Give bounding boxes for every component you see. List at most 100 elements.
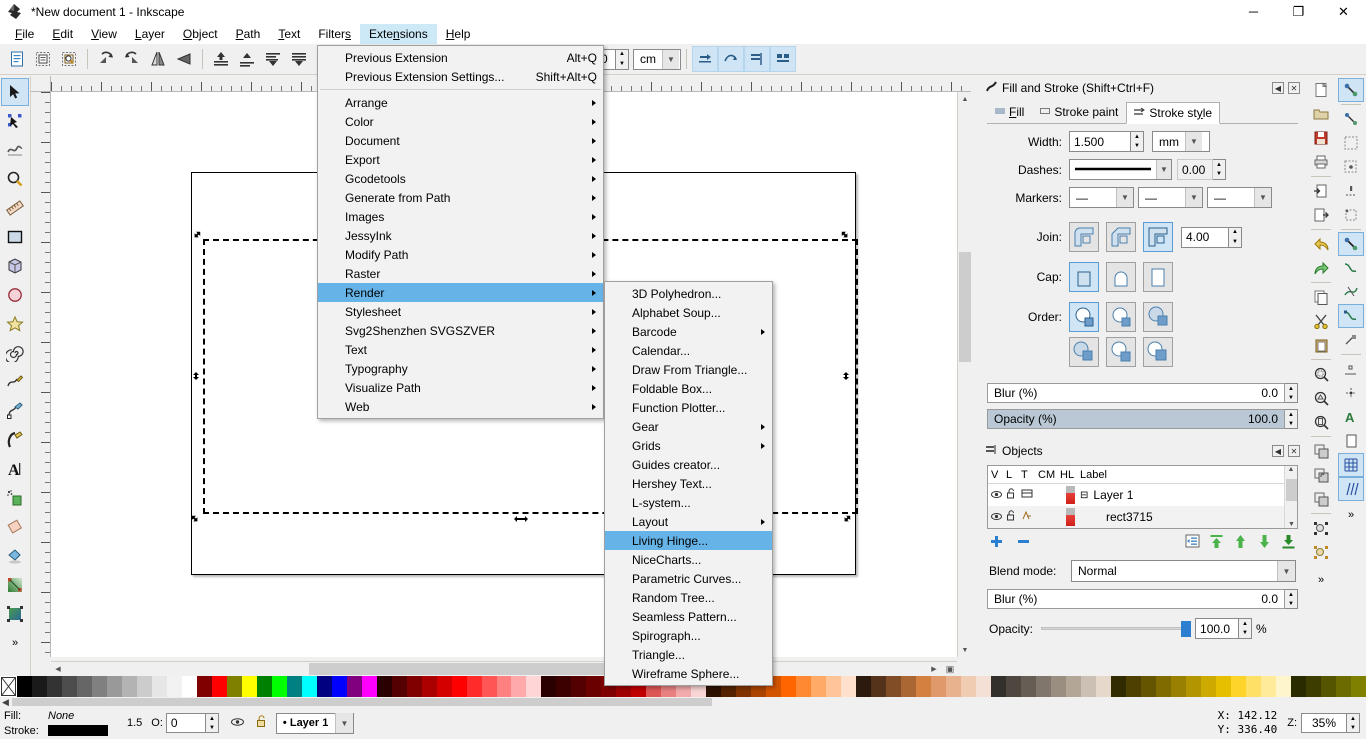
snap-guide-icon[interactable] bbox=[1338, 477, 1364, 501]
palette-swatch[interactable] bbox=[151, 676, 167, 697]
tab-stroke-paint[interactable]: Stroke paint bbox=[1032, 101, 1126, 123]
palette-swatch[interactable] bbox=[496, 676, 512, 697]
submenu-item-nicecharts[interactable]: NiceCharts... bbox=[605, 550, 772, 569]
objects-opacity-spinner[interactable]: ▲ ▼ bbox=[1239, 618, 1253, 639]
rotate-90-cw-icon[interactable] bbox=[119, 46, 145, 72]
palette-swatch[interactable] bbox=[1275, 676, 1291, 697]
scroll-left-button[interactable]: ◀ bbox=[51, 662, 65, 676]
palette-swatch[interactable] bbox=[811, 676, 827, 697]
snap-bbox-icon[interactable] bbox=[1338, 107, 1364, 131]
palette-swatch[interactable] bbox=[1035, 676, 1051, 697]
ruler-corner[interactable] bbox=[31, 76, 51, 92]
submenu-item-3d-polyhedron[interactable]: 3D Polyhedron... bbox=[605, 284, 772, 303]
raise-icon[interactable] bbox=[234, 46, 260, 72]
stroke-blur-bar[interactable]: Blur (%) 0.0 bbox=[987, 383, 1285, 403]
scroll-right-button[interactable]: ▶ bbox=[927, 662, 941, 676]
layer-menu-icon[interactable] bbox=[1185, 534, 1200, 552]
new-document-icon[interactable] bbox=[1308, 78, 1334, 102]
vertical-scroll-thumb[interactable] bbox=[959, 252, 971, 362]
snap-path-icon[interactable] bbox=[1338, 256, 1364, 280]
node-tool[interactable] bbox=[1, 107, 29, 135]
objects-blur-bar[interactable]: Blur (%) 0.0 bbox=[987, 589, 1285, 609]
palette-swatch[interactable] bbox=[316, 676, 332, 697]
add-layer-icon[interactable] bbox=[989, 534, 1004, 552]
opacity-spinner[interactable]: ▲ ▼ bbox=[1285, 409, 1298, 429]
scroll-down-button[interactable]: ▼ bbox=[958, 643, 972, 657]
palette-swatch[interactable] bbox=[61, 676, 77, 697]
submenu-item-living-hinge[interactable]: Living Hinge... bbox=[605, 531, 772, 550]
palette-swatch[interactable] bbox=[346, 676, 362, 697]
palette-swatch[interactable] bbox=[1230, 676, 1246, 697]
menu-item-text[interactable]: Text bbox=[318, 340, 603, 359]
star-tool[interactable] bbox=[1, 310, 29, 338]
palette-swatch[interactable] bbox=[1320, 676, 1336, 697]
menu-path[interactable]: Path bbox=[227, 24, 270, 44]
zoom-input[interactable]: 35% bbox=[1301, 713, 1347, 733]
rotate-90-ccw-icon[interactable] bbox=[93, 46, 119, 72]
palette-swatch[interactable] bbox=[436, 676, 452, 697]
raise-icon[interactable] bbox=[1233, 534, 1248, 552]
palette-swatch[interactable] bbox=[1200, 676, 1216, 697]
palette-swatch[interactable] bbox=[841, 676, 857, 697]
unlink-clone-icon[interactable] bbox=[1308, 487, 1334, 511]
palette-swatch[interactable] bbox=[181, 676, 197, 697]
snap-bbox-edge-icon[interactable] bbox=[1338, 131, 1364, 155]
order-markers-fill-stroke-button[interactable] bbox=[1143, 302, 1173, 332]
raise-to-top-icon[interactable] bbox=[208, 46, 234, 72]
unlock-icon[interactable] bbox=[1006, 488, 1021, 502]
palette-swatch[interactable] bbox=[301, 676, 317, 697]
palette-swatch[interactable] bbox=[211, 676, 227, 697]
ungroup-icon[interactable] bbox=[1308, 540, 1334, 564]
palette-swatch[interactable] bbox=[541, 676, 557, 697]
rectangle-tool[interactable] bbox=[1, 223, 29, 251]
tab-stroke-style[interactable]: Stroke style bbox=[1126, 102, 1221, 124]
snap-grid-icon[interactable] bbox=[770, 46, 796, 72]
menu-item-previous-extension[interactable]: Previous Extension Alt+Q bbox=[318, 48, 603, 67]
ellipse-tool[interactable] bbox=[1, 281, 29, 309]
gradient-tool[interactable] bbox=[1, 571, 29, 599]
order-variant-5-button[interactable] bbox=[1106, 337, 1136, 367]
snap-smooth-node-icon[interactable] bbox=[1338, 328, 1364, 352]
menu-item-web[interactable]: Web bbox=[318, 397, 603, 416]
tweak-tool[interactable] bbox=[1, 136, 29, 164]
eye-icon[interactable] bbox=[230, 716, 244, 730]
objects-tree[interactable]: V L T CM HL Label ⊟ Layer 1 rect3715 ▲ ▼ bbox=[987, 465, 1298, 529]
palette-swatch[interactable] bbox=[376, 676, 392, 697]
menu-item-gcodetools[interactable]: Gcodetools bbox=[318, 169, 603, 188]
join-round-button[interactable] bbox=[1069, 222, 1099, 252]
palette-swatch[interactable] bbox=[226, 676, 242, 697]
eraser-tool[interactable] bbox=[1, 513, 29, 541]
new-document-icon[interactable] bbox=[4, 46, 30, 72]
vertical-ruler[interactable] bbox=[31, 92, 51, 657]
snap-overflow-icon[interactable]: » bbox=[1338, 503, 1364, 527]
submenu-item-draw-from-triangle[interactable]: Draw From Triangle... bbox=[605, 360, 772, 379]
order-variant-6-button[interactable] bbox=[1143, 337, 1173, 367]
snap-text-baseline-icon[interactable]: A bbox=[1338, 405, 1364, 429]
palette-swatch[interactable] bbox=[166, 676, 182, 697]
submenu-item-function-plotter[interactable]: Function Plotter... bbox=[605, 398, 772, 417]
menu-layer[interactable]: Layer bbox=[126, 24, 174, 44]
palette-swatch[interactable] bbox=[91, 676, 107, 697]
tab-fill[interactable]: Fill bbox=[987, 101, 1032, 123]
import-icon[interactable] bbox=[1308, 179, 1334, 203]
spray-tool[interactable] bbox=[1, 484, 29, 512]
menu-item-stylesheet[interactable]: Stylesheet bbox=[318, 302, 603, 321]
snap-paths-icon[interactable] bbox=[718, 46, 744, 72]
bucket-fill-tool[interactable] bbox=[1, 542, 29, 570]
palette-swatch[interactable] bbox=[526, 676, 542, 697]
palette-swatch[interactable] bbox=[17, 676, 32, 697]
submenu-item-grids[interactable]: Grids bbox=[605, 436, 772, 455]
palette-swatch[interactable] bbox=[1125, 676, 1141, 697]
palette-swatch[interactable] bbox=[1065, 676, 1081, 697]
snap-cusp-node-icon[interactable] bbox=[1338, 304, 1364, 328]
palette-swatch[interactable] bbox=[1305, 676, 1321, 697]
palette-swatch[interactable] bbox=[1110, 676, 1126, 697]
size-spinner[interactable]: ▲ ▼ bbox=[616, 48, 629, 70]
selection-handle-e[interactable] bbox=[839, 371, 853, 386]
palette-swatch[interactable] bbox=[1350, 676, 1366, 697]
group-icon[interactable] bbox=[1308, 516, 1334, 540]
menu-edit[interactable]: Edit bbox=[43, 24, 82, 44]
palette-swatch[interactable] bbox=[826, 676, 842, 697]
palette-swatch[interactable] bbox=[121, 676, 137, 697]
horizontal-scroll-thumb[interactable] bbox=[309, 663, 604, 675]
